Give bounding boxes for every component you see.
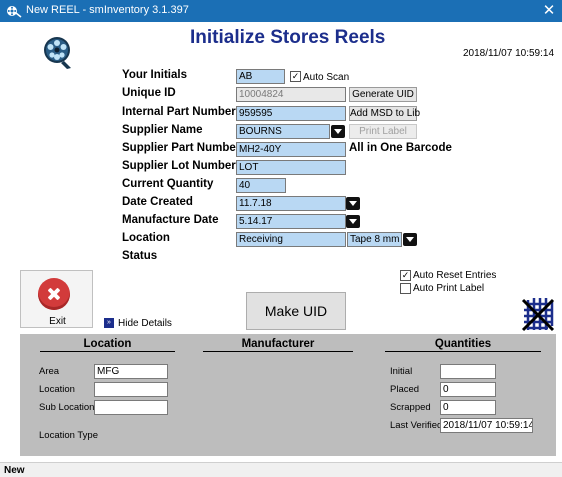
area-label: Area <box>39 366 60 377</box>
location-section-title: Location <box>83 338 132 350</box>
scrapped-qty-input[interactable]: 0 <box>440 400 496 415</box>
internal-part-input[interactable]: 959595 <box>236 106 346 121</box>
quantity-input[interactable]: 40 <box>236 178 286 193</box>
quantity-label: Current Quantity <box>122 178 214 190</box>
auto-print-checkbox[interactable] <box>400 283 411 294</box>
status-text: New <box>4 465 25 476</box>
quantities-section-divider <box>385 351 541 352</box>
status-bar: New <box>0 462 562 477</box>
exit-button[interactable]: Exit <box>20 270 93 328</box>
tape-dropdown-icon[interactable] <box>403 233 417 246</box>
current-datetime: 2018/11/07 10:59:14 <box>463 48 555 59</box>
supplier-dropdown-icon[interactable] <box>331 125 345 138</box>
auto-print-label: Auto Print Label <box>413 283 485 294</box>
hide-details-label[interactable]: Hide Details <box>118 318 172 329</box>
placed-qty-label: Placed <box>390 384 420 395</box>
manufacturer-section-divider <box>203 351 353 352</box>
auto-scan-label: Auto Scan <box>303 72 350 83</box>
initial-qty-label: Initial <box>390 366 413 377</box>
print-label-button[interactable]: Print Label <box>349 124 417 139</box>
barcode-note: All in One Barcode <box>349 142 452 154</box>
manufacture-date-label: Manufacture Date <box>122 214 219 226</box>
location-label: Location <box>122 232 170 244</box>
supplier-part-input[interactable]: MH2-40Y <box>236 142 346 157</box>
film-reel-icon <box>44 37 71 69</box>
manufacturer-section-title: Manufacturer <box>241 338 315 350</box>
close-icon[interactable]: ✕ <box>540 2 558 20</box>
quantities-section-title: Quantities <box>434 338 492 350</box>
sub-location-input[interactable] <box>94 400 168 415</box>
supplier-name-label: Supplier Name <box>122 124 203 136</box>
date-created-label: Date Created <box>122 196 193 208</box>
tape-reel-icon <box>521 298 555 332</box>
status-label: Status <box>122 250 158 262</box>
close-circle-icon <box>38 278 70 310</box>
internal-part-label: Internal Part Number <box>122 106 236 118</box>
reel-app-icon <box>7 6 22 18</box>
manufacture-date-dropdown-icon[interactable] <box>346 215 360 228</box>
tape-select[interactable]: Tape 8 mm <box>347 232 402 247</box>
last-verified-label: Last Verified <box>390 420 443 431</box>
unique-id-label: Unique ID <box>122 87 176 99</box>
auto-reset-checkbox[interactable]: ✓ <box>400 270 411 281</box>
sub-location-label: Sub Location <box>39 402 95 413</box>
supplier-lot-label: Supplier Lot Number <box>122 160 236 172</box>
supplier-name-select[interactable]: BOURNS <box>236 124 330 139</box>
placed-qty-input[interactable]: 0 <box>440 382 496 397</box>
location-input[interactable]: Receiving <box>236 232 346 247</box>
unique-id-field: 10004824 <box>236 87 346 102</box>
date-created-dropdown-icon[interactable] <box>346 197 360 210</box>
location-type-label: Location Type <box>39 430 98 441</box>
window-title: New REEL - smInventory 3.1.397 <box>26 4 189 16</box>
auto-reset-label: Auto Reset Entries <box>413 270 497 281</box>
scrapped-qty-label: Scrapped <box>390 402 431 413</box>
make-uid-button[interactable]: Make UID <box>246 292 346 330</box>
exit-label: Exit <box>49 316 66 327</box>
title-bar: New REEL - smInventory 3.1.397 ✕ <box>0 0 562 22</box>
supplier-part-label: Supplier Part Number <box>122 142 241 154</box>
initials-label: Your Initials <box>122 69 187 81</box>
area-input[interactable]: MFG <box>94 364 168 379</box>
details-panel: Location Manufacturer Quantities Area MF… <box>20 334 556 456</box>
initial-qty-input[interactable] <box>440 364 496 379</box>
add-msd-button[interactable]: Add MSD to Lib <box>349 106 420 121</box>
auto-scan-checkbox[interactable]: ✓ <box>290 71 301 82</box>
location-section-divider <box>40 351 175 352</box>
date-created-input[interactable]: 11.7.18 <box>236 196 346 211</box>
manufacture-date-input[interactable]: 5.14.17 <box>236 214 346 229</box>
generate-uid-button[interactable]: Generate UID <box>349 87 417 102</box>
detail-location-input[interactable] <box>94 382 168 397</box>
chevron-up-icon[interactable]: » <box>104 318 114 328</box>
supplier-lot-input[interactable]: LOT <box>236 160 346 175</box>
page-title: Initialize Stores Reels <box>190 27 386 48</box>
last-verified-input[interactable]: 2018/11/07 10:59:14 <box>440 418 533 433</box>
initials-input[interactable]: AB <box>236 69 285 84</box>
detail-location-label: Location <box>39 384 75 395</box>
